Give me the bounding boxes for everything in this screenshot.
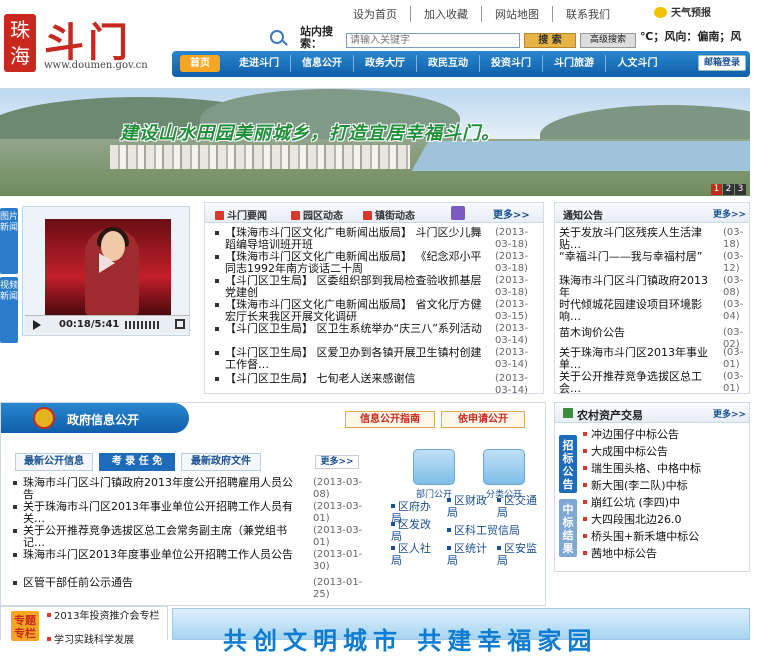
tree-icon bbox=[563, 408, 573, 418]
main-nav: 首页 走进斗门 信息公开 政务大厅 政民互动 投资斗门 斗门旅游 人文斗门 bbox=[180, 55, 669, 72]
search-input[interactable] bbox=[346, 33, 520, 48]
tab-latest-info[interactable]: 最新公开信息 bbox=[15, 453, 93, 471]
banner-city bbox=[110, 145, 410, 169]
tab-bullet-icon bbox=[363, 211, 372, 220]
tab-latest-gov-files[interactable]: 最新政府文件 bbox=[181, 453, 261, 471]
news-more-link[interactable]: 更多>> bbox=[493, 206, 530, 221]
tab-tender-result[interactable]: 中标结果 bbox=[559, 499, 577, 557]
nav-tourism[interactable]: 斗门旅游 bbox=[543, 55, 606, 72]
rural-assets-title: 农村资产交易 bbox=[577, 409, 643, 422]
hero-banner[interactable]: 建设山水田园美丽城乡，打造宜居幸福斗门。 1 2 3 bbox=[0, 88, 750, 196]
search-button[interactable]: 搜 索 bbox=[524, 33, 576, 48]
banner-slogan: 建设山水田园美丽城乡，打造宜居幸福斗门。 bbox=[120, 123, 500, 144]
dept-link[interactable]: 区安监局 bbox=[497, 543, 547, 567]
tab-bullet-icon bbox=[215, 211, 224, 220]
banner-river bbox=[411, 141, 750, 171]
top-links: 设为首页 加入收藏 网站地图 联系我们 bbox=[340, 6, 623, 22]
play-pause-icon[interactable] bbox=[33, 320, 41, 330]
nav-home[interactable]: 首页 bbox=[180, 55, 220, 72]
news-panel: 斗门要闻 园区动态 镇街动态 更多>> 【珠海市斗门区文化广电新闻出版局】 斗门… bbox=[204, 202, 544, 396]
weather-label: 天气预报 bbox=[671, 8, 711, 19]
rural-list-item[interactable]: 桥头围+新禾塘中标公 bbox=[583, 531, 745, 543]
dept-link[interactable]: 区交通局 bbox=[497, 495, 547, 519]
topic-tab[interactable]: 专题专栏 bbox=[11, 611, 39, 641]
civilization-banner[interactable]: 共创文明城市 共建幸福家园 bbox=[172, 608, 750, 655]
logo-seal[interactable]: 珠海 bbox=[4, 14, 36, 72]
rural-list-item[interactable]: 茜地中标公告 bbox=[583, 548, 745, 560]
dept-link[interactable]: 区发改局 bbox=[391, 519, 441, 543]
nav-culture[interactable]: 人文斗门 bbox=[606, 55, 669, 72]
info-disclosure-guide-button[interactable]: 信息公开指南 bbox=[345, 411, 435, 428]
rural-list-item[interactable]: 崩红公坑 (李四)中 bbox=[583, 497, 745, 509]
gov-more-link[interactable]: 更多>> bbox=[315, 455, 359, 469]
nav-interaction[interactable]: 政民互动 bbox=[417, 55, 480, 72]
notice-panel: 通知公告 更多>> 关于发放斗门区残疾人生活津贴… (03-18) “幸福斗门——… bbox=[554, 202, 750, 395]
fullscreen-icon[interactable] bbox=[175, 319, 185, 329]
banner-pager: 1 2 3 bbox=[711, 184, 746, 195]
dept-link[interactable]: 区科工贸信局 bbox=[447, 525, 537, 537]
topic-item[interactable]: 2013年投资推介会专栏 bbox=[47, 611, 165, 622]
rural-list-item[interactable]: 大成围中标公告 bbox=[583, 446, 745, 458]
sitemap-link[interactable]: 网站地图 bbox=[482, 6, 553, 22]
media-side-tabs: 图片新闻 视频新闻 bbox=[0, 208, 18, 343]
tab-exam-appointment[interactable]: 考 录 任 免 bbox=[99, 453, 175, 471]
tab-town-news[interactable]: 镇街动态 bbox=[363, 207, 415, 222]
logo-url: www.doumen.gov.cn bbox=[44, 60, 148, 71]
dept-link[interactable]: 区人社局 bbox=[391, 543, 441, 567]
dept-link[interactable]: 区财政局 bbox=[447, 495, 497, 519]
dept-link[interactable]: 区统计局 bbox=[447, 543, 497, 567]
topic-item[interactable]: 学习实践科学发展 bbox=[47, 635, 165, 646]
set-homepage-link[interactable]: 设为首页 bbox=[340, 6, 411, 22]
add-favorite-link[interactable]: 加入收藏 bbox=[411, 6, 482, 22]
mail-login-button[interactable]: 邮箱登录 bbox=[698, 55, 746, 71]
search-label: 站内搜索： bbox=[300, 25, 333, 50]
nav-service-hall[interactable]: 政务大厅 bbox=[354, 55, 417, 72]
rural-assets-header: 农村资产交易 更多>> bbox=[555, 403, 749, 423]
advanced-search-button[interactable]: 高级搜索 bbox=[580, 33, 636, 48]
national-emblem-icon bbox=[33, 407, 55, 429]
play-icon[interactable] bbox=[99, 253, 115, 273]
rural-list-item[interactable]: 瑞生围头格、中格中标 bbox=[583, 463, 745, 475]
sun-icon bbox=[654, 7, 667, 18]
rural-list-item[interactable]: 新大围(李二队)中标 bbox=[583, 480, 745, 492]
rural-list-item[interactable]: 大四段围北边26.0 bbox=[583, 514, 745, 526]
tab-doumen-news[interactable]: 斗门要闻 bbox=[215, 207, 267, 222]
apply-disclosure-button[interactable]: 依申请公开 bbox=[441, 411, 525, 428]
banner-page-3[interactable]: 3 bbox=[735, 184, 746, 195]
video-time: 00:18/5:41 bbox=[59, 319, 120, 330]
weather-wind-text: ℃；风向：偏南；风 bbox=[640, 30, 742, 43]
volume-icon[interactable] bbox=[125, 321, 159, 329]
rural-assets-panel: 农村资产交易 更多>> 招标公告 中标结果 冲边围仔中标公告 大成围中标公告 瑞… bbox=[554, 402, 750, 572]
tab-park-news[interactable]: 园区动态 bbox=[291, 207, 343, 222]
banner-page-1[interactable]: 1 bbox=[711, 184, 722, 195]
banner-page-2[interactable]: 2 bbox=[723, 184, 734, 195]
search-icon bbox=[270, 30, 284, 44]
video-player: 00:18/5:41 bbox=[22, 206, 190, 336]
gov-info-title: 政府信息公开 bbox=[1, 403, 189, 433]
tab-tender-notice[interactable]: 招标公告 bbox=[559, 435, 577, 493]
notice-title: 通知公告 bbox=[563, 211, 603, 222]
notice-header: 通知公告 更多>> bbox=[555, 203, 749, 223]
tab-video-news[interactable]: 视频新闻 bbox=[0, 277, 18, 343]
notice-more-link[interactable]: 更多>> bbox=[713, 207, 746, 220]
tab-bullet-icon bbox=[291, 211, 300, 220]
camera-icon bbox=[451, 206, 465, 220]
category-disclosure-icon[interactable] bbox=[483, 449, 525, 485]
department-disclosure-icon[interactable] bbox=[413, 449, 455, 485]
rural-list-item[interactable]: 冲边围仔中标公告 bbox=[583, 429, 745, 441]
nav-about-doumen[interactable]: 走进斗门 bbox=[228, 55, 291, 72]
gov-info-panel: 政府信息公开 信息公开指南 依申请公开 最新公开信息 考 录 任 免 最新政府文… bbox=[0, 402, 546, 606]
topic-panel: 专题专栏 2013年投资推介会专栏 学习实践科学发展 bbox=[0, 606, 168, 646]
weather-link[interactable]: 天气预报 bbox=[654, 4, 711, 19]
civilization-slogan: 共创文明城市 共建幸福家园 bbox=[223, 626, 598, 655]
nav-info-disclosure[interactable]: 信息公开 bbox=[291, 55, 354, 72]
tab-photo-news[interactable]: 图片新闻 bbox=[0, 208, 18, 274]
contact-link[interactable]: 联系我们 bbox=[553, 6, 623, 22]
nav-investment[interactable]: 投资斗门 bbox=[480, 55, 543, 72]
video-controls: 00:18/5:41 bbox=[25, 315, 189, 333]
rural-more-link[interactable]: 更多>> bbox=[713, 407, 746, 420]
news-tabs: 斗门要闻 园区动态 镇街动态 更多>> bbox=[205, 203, 543, 223]
